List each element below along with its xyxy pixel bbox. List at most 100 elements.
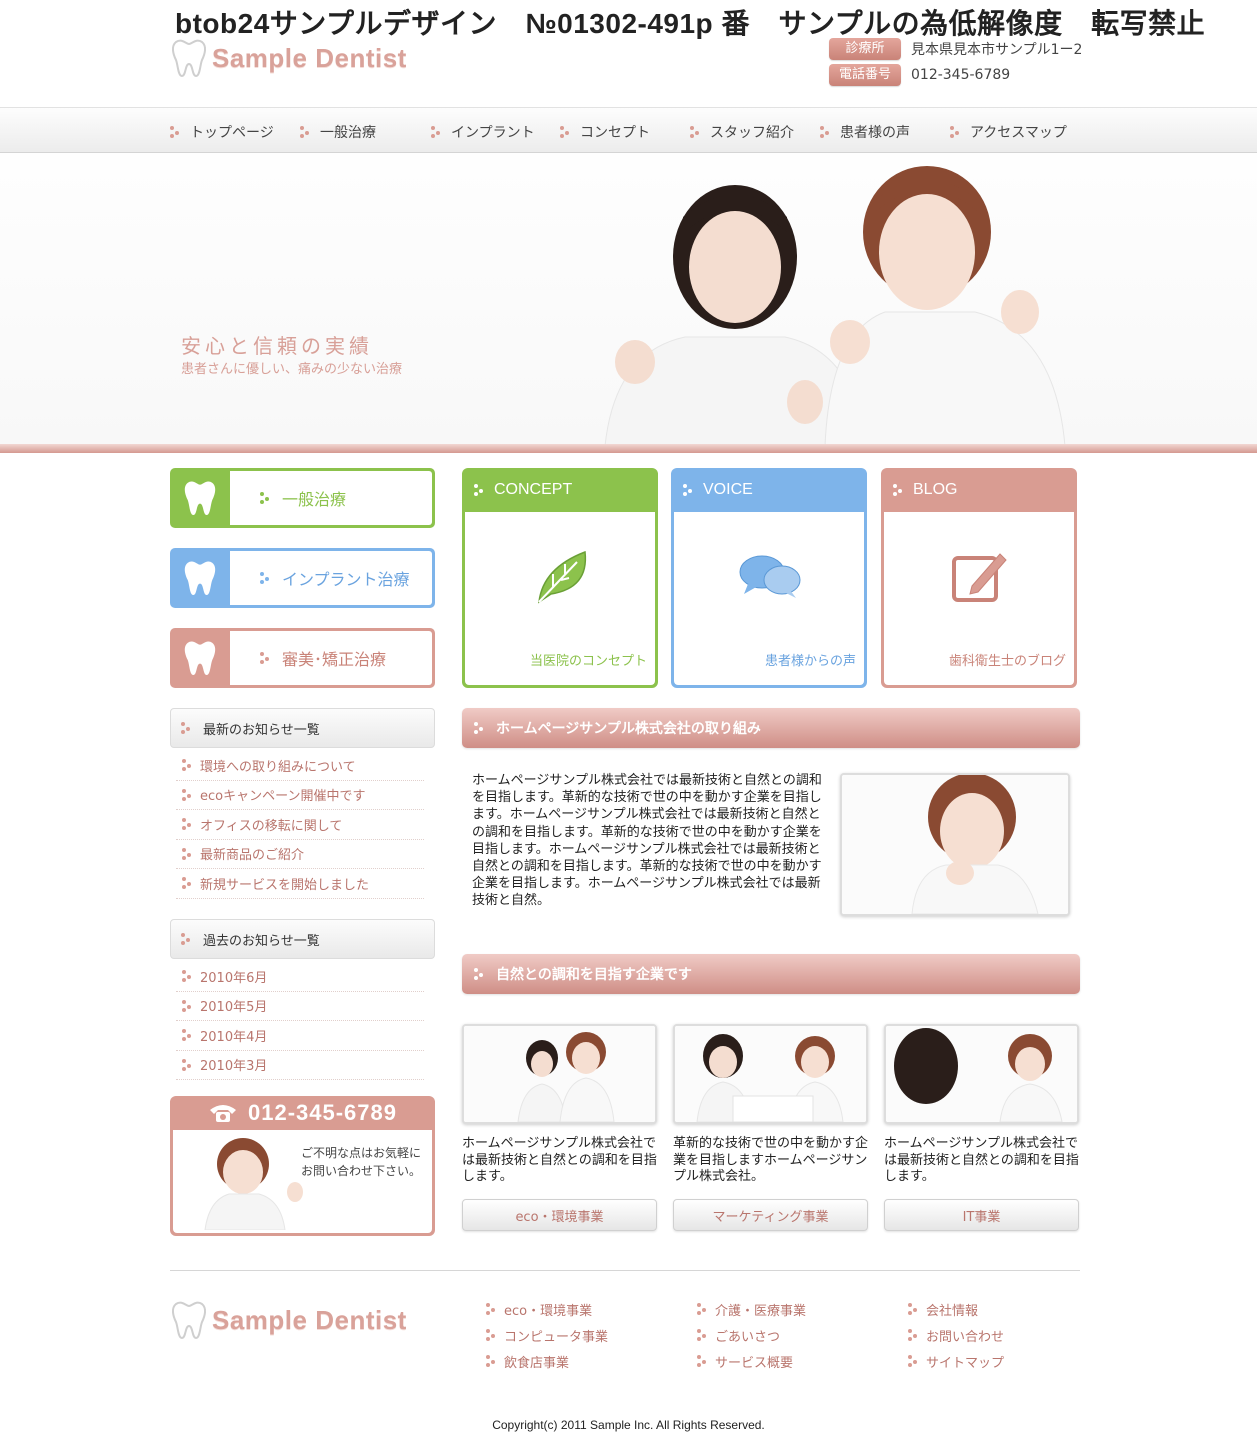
category-general-button[interactable]: 一般治療 (170, 468, 435, 528)
past-news-header: 過去のお知らせ一覧 (170, 919, 435, 959)
phone-label: 電話番号 (829, 64, 901, 86)
archive-item[interactable]: 2010年4月 (176, 1021, 424, 1051)
section-header-efforts: ホームページサンプル株式会社の取り組み (462, 708, 1080, 748)
site-logo[interactable]: Sample Dentist (170, 38, 407, 78)
bullet-icon (182, 1029, 194, 1042)
bullet-icon (182, 818, 194, 831)
bullet-icon (260, 652, 272, 664)
bullet-icon (486, 1329, 498, 1341)
bullet-icon (181, 933, 193, 945)
nav-item-implant[interactable]: インプラント (431, 122, 535, 142)
bullet-icon (182, 788, 194, 801)
news-item[interactable]: オフィスの移転に関して (176, 810, 424, 840)
bullet-icon (820, 126, 832, 138)
footer-logo[interactable]: Sample Dentist (170, 1300, 407, 1340)
staff-photo (886, 1026, 1077, 1122)
clinic-label: 診療所 (829, 38, 901, 60)
clinic-address-row: 診療所 見本県見本市サンプル1ー2 (829, 38, 1082, 60)
archive-item[interactable]: 2010年3月 (176, 1051, 424, 1080)
news-item[interactable]: 環境への取り組みについて (176, 751, 424, 781)
footer-link[interactable]: 飲食店事業 (486, 1348, 608, 1374)
service-button-it[interactable]: IT事業 (884, 1199, 1079, 1231)
edit-note-icon (952, 553, 1007, 602)
tooth-icon (170, 548, 230, 608)
card-caption: 患者様からの声 (764, 654, 856, 669)
nav-item-concept[interactable]: コンセプト (560, 122, 650, 142)
staff-photo (675, 1026, 866, 1122)
nav-item-access[interactable]: アクセスマップ (950, 122, 1067, 142)
category-label: 審美･矯正治療 (282, 650, 387, 669)
service-text-it: ホームページサンプル株式会社では最新技術と自然との調和を目指します。 (884, 1136, 1079, 1184)
tooth-icon (170, 628, 230, 688)
tooth-logo-icon (172, 1301, 206, 1340)
footer-link[interactable]: サービス概要 (697, 1348, 806, 1374)
news-item[interactable]: ecoキャンペーン開催中です (176, 781, 424, 810)
card-title: BLOG (913, 481, 958, 498)
bullet-icon (683, 484, 695, 496)
category-label: 一般治療 (282, 490, 347, 509)
bullet-icon (697, 1303, 709, 1315)
service-button-eco[interactable]: eco・環境事業 (462, 1199, 657, 1231)
bullet-icon (474, 722, 486, 734)
bullet-icon (474, 484, 486, 496)
category-aesthetic-button[interactable]: 審美･矯正治療 (170, 628, 435, 688)
bullet-icon (300, 126, 312, 138)
footer-link[interactable]: コンピュータ事業 (486, 1322, 608, 1348)
phone-row: 電話番号 012-345-6789 (829, 64, 1010, 86)
nav-item-voice[interactable]: 患者様の声 (820, 122, 910, 142)
bullet-icon (690, 126, 702, 138)
footer-link[interactable]: ごあいさつ (697, 1322, 806, 1348)
service-text-marketing: 革新的な技術で世の中を動かす企業を目指しますホームページサンプル株式会社。 (673, 1136, 869, 1184)
voice-card[interactable]: VOICE 患者様からの声 (671, 468, 867, 688)
service-photo-it (884, 1024, 1079, 1124)
footer-links-col1: eco・環境事業 コンピュータ事業 飲食店事業 (486, 1296, 608, 1374)
bullet-icon (908, 1329, 920, 1341)
staff-photo (464, 1026, 655, 1122)
concept-card[interactable]: CONCEPT 当医院のコンセプト (462, 468, 658, 688)
card-title: CONCEPT (494, 481, 573, 498)
latest-news-list: 環境への取り組みについて ecoキャンペーン開催中です オフィスの移転に関して … (176, 751, 424, 899)
blog-card[interactable]: BLOG 歯科衛生士のブログ (881, 468, 1077, 688)
logo-text: Sample Dentist (212, 42, 407, 73)
news-item[interactable]: 最新商品のご紹介 (176, 840, 424, 869)
footer-link[interactable]: 介護・医療事業 (697, 1296, 806, 1322)
bullet-icon (182, 970, 194, 983)
bullet-icon (486, 1303, 498, 1315)
bullet-icon (697, 1355, 709, 1367)
news-item[interactable]: 新規サービスを開始しました (176, 869, 424, 899)
category-implant-button[interactable]: インプラント治療 (170, 548, 435, 608)
bullet-icon (560, 126, 572, 138)
nav-item-staff[interactable]: スタッフ紹介 (690, 122, 794, 142)
card-caption: 歯科衛生士のブログ (948, 654, 1066, 669)
bullet-icon (950, 126, 962, 138)
bullet-icon (486, 1355, 498, 1367)
footer-link[interactable]: サイトマップ (908, 1348, 1004, 1374)
footer-link[interactable]: eco・環境事業 (486, 1296, 608, 1322)
footer-link[interactable]: 会社情報 (908, 1296, 1004, 1322)
archive-item[interactable]: 2010年6月 (176, 962, 424, 992)
card-caption: 当医院のコンセプト (529, 654, 647, 669)
bullet-icon (908, 1355, 920, 1367)
bullet-icon (260, 492, 272, 504)
nav-item-top[interactable]: トップページ (170, 122, 274, 142)
global-nav: トップページ 一般治療 インプラント コンセプト スタッフ紹介 患者様の声 アク… (0, 107, 1257, 153)
copyright: Copyright(c) 2011 Sample Inc. All Rights… (492, 1418, 765, 1432)
bullet-icon (260, 572, 272, 584)
tooth-icon (170, 468, 230, 528)
footer-link[interactable]: お問い合わせ (908, 1322, 1004, 1348)
service-photo-marketing (673, 1024, 868, 1124)
bullet-icon (181, 722, 193, 734)
footer-links-col3: 会社情報 お問い合わせ サイトマップ (908, 1296, 1004, 1374)
past-news-list: 2010年6月 2010年5月 2010年4月 2010年3月 (176, 962, 424, 1080)
service-button-marketing[interactable]: マーケティング事業 (673, 1199, 868, 1231)
section-header-harmony: 自然との調和を目指す企業です (462, 954, 1080, 994)
telephone-icon (209, 1105, 236, 1122)
footer-links-col2: 介護・医療事業 ごあいさつ サービス概要 (697, 1296, 806, 1374)
nav-item-general[interactable]: 一般治療 (300, 122, 376, 142)
contact-box[interactable]: 012-345-6789 ご不明な点はお気軽にお問い合わせ下さい。 (170, 1096, 435, 1236)
bullet-icon (182, 999, 194, 1012)
bullet-icon (893, 484, 905, 496)
archive-item[interactable]: 2010年5月 (176, 992, 424, 1021)
hero-subtitle: 患者さんに優しい、痛みの少ない治療 (181, 362, 403, 377)
phone-number: 012-345-6789 (911, 67, 1011, 83)
